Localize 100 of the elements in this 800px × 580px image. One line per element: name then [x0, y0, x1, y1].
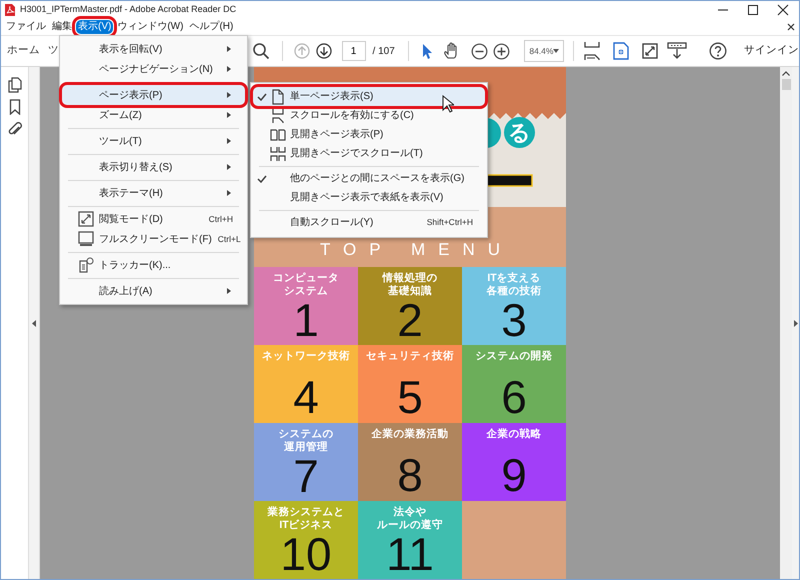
menu-item-label: 見開きページでスクロール(T)	[290, 147, 423, 161]
menu-bar-item[interactable]: ウィンドウ(W)	[115, 20, 186, 34]
chapter-tile[interactable]: 企業の戦略 9	[462, 423, 566, 501]
tile-title: 運用管理	[284, 440, 328, 454]
tile-number: 6	[501, 374, 527, 423]
chapter-tile[interactable]: 情報処理の 基礎知識 2	[358, 267, 462, 345]
close-icon[interactable]	[786, 22, 796, 32]
menu-bar-item[interactable]: ファイル	[4, 20, 48, 34]
expand-arrow-icon[interactable]	[794, 320, 798, 326]
chapter-tile[interactable]: コンピュータ システム 1	[254, 267, 358, 345]
search-icon[interactable]	[252, 42, 270, 60]
tile-title: ネットワーク技術	[262, 350, 350, 363]
menu-item[interactable]: 読み上げ(A)	[62, 281, 245, 301]
menu-item-label: 単一ページ表示(S)	[290, 90, 374, 104]
pdf-file-icon	[5, 4, 15, 16]
menu-item-label: 閲覧モード(D)	[99, 212, 163, 226]
two-page-scroll-icon	[270, 146, 286, 162]
expand-arrow-icon[interactable]	[32, 320, 36, 326]
menu-item[interactable]: ズーム(Z)	[62, 105, 245, 125]
menu-item[interactable]: 他のページとの間にスペースを表示(G)	[253, 169, 485, 188]
chapter-tile[interactable]: 法令や ルールの遵守 11	[358, 501, 462, 579]
menu-item[interactable]: 見開きページ表示(P)	[253, 125, 485, 144]
menu-item-label: ページ表示(P)	[99, 88, 162, 102]
menu-item[interactable]: 自動スクロール(Y) Shift+Ctrl+H	[253, 213, 485, 232]
read-mode-icon	[78, 211, 94, 227]
sign-in-link[interactable]: サインイン	[744, 43, 799, 59]
shortcut-label: Ctrl+L	[216, 232, 241, 246]
menu-bar-item[interactable]: ヘルプ(H)	[187, 20, 236, 34]
menu-bar-item[interactable]: 編集	[50, 20, 74, 34]
scroll-thumb[interactable]	[782, 79, 790, 90]
tile-title: 企業の業務活動	[372, 428, 448, 441]
menu-item-label: スクロールを有効にする(C)	[290, 108, 414, 123]
chapter-tile[interactable]: ITを支える 各種の技術 3	[462, 267, 566, 345]
keyboard-download-icon[interactable]	[667, 42, 687, 60]
fit-width-icon[interactable]	[584, 41, 600, 61]
chapter-tile[interactable]: 企業の業務活動 8	[358, 423, 462, 501]
menu-item-label: 見開きページ表示(P)	[290, 128, 384, 142]
tile-title: 業務システムと	[268, 506, 344, 519]
menu-item[interactable]: 単一ページ表示(S)	[253, 87, 485, 106]
chapter-tile[interactable]: システムの 運用管理 7	[254, 423, 358, 501]
chapter-tile[interactable]: ネットワーク技術 4	[254, 345, 358, 423]
chapter-tile[interactable]: システムの開発 6	[462, 345, 566, 423]
menu-item-label: 表示切り替え(S)	[99, 160, 172, 174]
pointer-icon[interactable]	[421, 43, 434, 59]
tile-title: システムの開発	[476, 350, 552, 363]
page-heading: TOP MENU	[320, 241, 514, 258]
submenu-arrow-icon	[227, 112, 231, 118]
bookmark-icon[interactable]	[8, 99, 20, 115]
menu-item-label: 表示を回転(V)	[99, 42, 162, 56]
submenu-arrow-icon	[227, 190, 231, 196]
menu-item[interactable]: ページナビゲーション(N)	[62, 59, 245, 79]
menu-item[interactable]: 表示切り替え(S)	[62, 157, 245, 177]
help-icon[interactable]	[709, 42, 727, 60]
menu-item[interactable]: 表示テーマ(H)	[62, 183, 245, 203]
tile-number: 9	[501, 452, 527, 501]
cursor-icon	[442, 95, 454, 113]
menu-item[interactable]: フルスクリーンモード(F) Ctrl+L	[62, 229, 245, 249]
caret-icon	[553, 49, 560, 53]
menu-item[interactable]: 閲覧モード(D) Ctrl+H	[62, 209, 245, 229]
tile-number: 5	[397, 374, 423, 423]
menu-bar-item[interactable]: 表示(V)	[76, 20, 114, 34]
close-icon[interactable]	[775, 2, 791, 16]
monitor-icon	[78, 231, 94, 247]
menu-item[interactable]: ページ表示(P)	[62, 85, 245, 105]
two-page-icon	[270, 126, 286, 142]
menu-item-label: トラッカー(K)...	[99, 258, 171, 272]
tile-title: 法令や	[394, 506, 426, 518]
scroll-up-icon[interactable]	[782, 71, 790, 76]
menu-item[interactable]: スクロールを有効にする(C)	[253, 106, 485, 125]
tile-number: 11	[386, 531, 434, 579]
pages-icon[interactable]	[8, 77, 22, 93]
next-page-icon[interactable]	[316, 43, 332, 59]
toolbar-tab[interactable]: ホーム	[7, 43, 40, 59]
chapter-tile[interactable]: セキュリティ技術 5	[358, 345, 462, 423]
paperclip-icon[interactable]	[8, 121, 22, 137]
menu-item-label: 他のページとの間にスペースを表示(G)	[290, 172, 464, 186]
submenu-arrow-icon	[227, 92, 231, 98]
menu-item[interactable]: トラッカー(K)...	[62, 255, 245, 275]
toolbar-tab[interactable]: ツ	[48, 43, 59, 59]
maximize-icon[interactable]	[745, 2, 761, 16]
menu-item-label: ズーム(Z)	[99, 108, 142, 122]
tile-number: 1	[293, 297, 319, 346]
menu-item[interactable]: 見開きページ表示で表紙を表示(V)	[253, 188, 485, 207]
submenu-arrow-icon	[227, 164, 231, 170]
page-icon	[270, 88, 286, 104]
menu-item[interactable]: ツール(T)	[62, 131, 245, 151]
tile-title: セキュリティ技術	[366, 350, 454, 363]
scrollbar[interactable]	[780, 67, 792, 579]
menu-item[interactable]: 見開きページでスクロール(T)	[253, 144, 485, 163]
menu-item[interactable]: 表示を回転(V)	[62, 39, 245, 59]
read-mode-icon[interactable]	[642, 43, 658, 59]
menu-item-label: 表示テーマ(H)	[99, 186, 163, 200]
tile-title: コンピュータ	[273, 272, 339, 285]
page-view-icon[interactable]	[613, 42, 629, 60]
page-number-field[interactable]: 1	[342, 41, 366, 61]
zoom-in-icon[interactable]	[493, 42, 510, 60]
zoom-dropdown[interactable]: 84.4%	[524, 40, 564, 62]
tile-number: 8	[397, 452, 423, 501]
zoom-out-icon[interactable]	[471, 42, 488, 60]
chapter-tile[interactable]: 業務システムと ITビジネス 10	[254, 501, 358, 579]
